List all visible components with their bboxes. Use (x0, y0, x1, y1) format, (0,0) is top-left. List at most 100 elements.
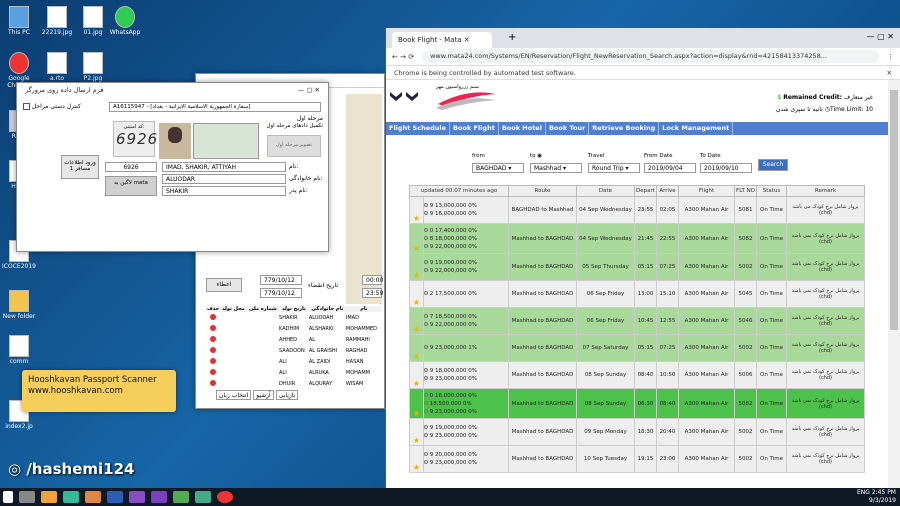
from-date-input[interactable]: 2019/09/04 (644, 163, 696, 173)
delete-icon[interactable] (210, 346, 217, 353)
flight-row[interactable]: ★ 9 19,000,000 0% 9 22,000,000 0% Mashhad… (409, 253, 865, 281)
menu-book-flight[interactable]: Book Flight (450, 122, 499, 135)
price-option[interactable]: 9 23,000,000 0% (424, 408, 508, 416)
taskbar-app-icon[interactable] (129, 491, 145, 503)
price-option[interactable]: 9 23,000,000 0% (424, 375, 508, 383)
taskbar-app-icon[interactable] (85, 491, 101, 503)
star-icon[interactable]: ★ (413, 214, 420, 223)
table-row[interactable]: ALI AL ZAIDI HASAN (206, 356, 382, 367)
star-icon[interactable]: ★ (413, 271, 420, 280)
price-option[interactable]: 9 19,000,000 0% (424, 424, 508, 432)
table-row[interactable]: DHUIR ALQURAY WISAM (206, 378, 382, 389)
archive-tab[interactable]: آرشیو (253, 390, 274, 400)
taskbar-app-icon[interactable] (195, 491, 211, 503)
price-option[interactable]: 9 18,000,000 0% (424, 367, 508, 375)
captcha-input[interactable]: 6926 (105, 162, 157, 172)
table-row[interactable]: ALI ALRUKA MOHAMM (206, 367, 382, 378)
price-option[interactable]: 9 16,000,000 0% (424, 210, 508, 218)
flight-row[interactable]: ★ 0 18,000,000 0% 18,500,000 0% 9 23,000… (409, 388, 865, 419)
whatsapp-icon[interactable]: WhatsApp (108, 6, 142, 37)
price-option[interactable]: 0 17,400,000 0% (424, 227, 508, 235)
word-icon[interactable] (107, 491, 123, 503)
price-option[interactable]: 18,500,000 0% (424, 400, 508, 408)
expire-date-to[interactable]: 779/10/12 (260, 288, 302, 298)
taskbar-app-icon[interactable] (19, 491, 35, 503)
flight-row[interactable]: ★ 9 20,000,000 0% 9 23,000,000 0% Mashhad… (409, 445, 865, 473)
table-row[interactable]: AHHED AL RAMMAHI (206, 334, 382, 345)
taskbar-app-icon[interactable] (173, 491, 189, 503)
enter-passenger-button[interactable]: ورود اطلاعات مسافر 1 (61, 155, 99, 179)
flight-row[interactable]: ★ 9 13,000,000 0% 9 16,000,000 0% BAGHDAD… (409, 196, 865, 224)
search-button[interactable]: Search (758, 159, 788, 171)
star-icon[interactable]: ★ (413, 298, 420, 307)
new-tab-button[interactable]: + (508, 32, 516, 43)
price-option[interactable]: 0 18,000,000 0% (424, 392, 508, 400)
desktop-icon-file[interactable]: comm (2, 335, 36, 366)
time-to[interactable]: 23:59 (362, 288, 383, 298)
star-icon[interactable]: ★ (413, 436, 420, 445)
flight-row[interactable]: ★ 0 17,400,000 0% 8 18,000,000 0% 9 22,0… (409, 223, 865, 254)
table-row[interactable]: SAADOON AL GRAISHI RAGHAD (206, 345, 382, 356)
price-option[interactable]: 9 20,000,000 0% (424, 451, 508, 459)
tab-book-flight[interactable]: Book Flight - Mata ✕ (392, 32, 492, 48)
menu-flight-schedule[interactable]: Flight Schedule (386, 122, 451, 135)
price-option[interactable]: 9 13,000,000 0% (424, 202, 508, 210)
delete-icon[interactable] (210, 335, 217, 342)
star-icon[interactable]: ★ (413, 379, 420, 388)
desktop-icon-this-pc[interactable]: This PC (2, 6, 36, 37)
menu-retrieve-booking[interactable]: Retrieve Booking (589, 122, 660, 135)
expire-date-from[interactable]: 779/10/12 (260, 275, 302, 285)
price-option[interactable]: 9 22,000,000 0% (424, 243, 508, 251)
first-name-field[interactable]: IMAD, SHAKIR, ATTIYAH (162, 162, 286, 172)
delete-icon[interactable] (210, 368, 217, 375)
window-controls[interactable]: — ▢ ✕ (867, 32, 894, 41)
desktop-icon-file[interactable]: 22219.jpg (40, 6, 74, 37)
time-from[interactable]: 00:00 (362, 275, 383, 285)
family-name-field[interactable]: ALUODAR (162, 174, 286, 184)
address-bar[interactable]: www.mata24.com/Systems/EN/Reservation/Fl… (422, 50, 879, 63)
menu-book-hotel[interactable]: Book Hotel (499, 122, 546, 135)
login-mata-button[interactable]: لاگین به mata (105, 176, 157, 196)
close-icon[interactable]: ✕ (887, 69, 892, 77)
page-scrollbar[interactable] (888, 80, 900, 488)
flight-row[interactable]: ★ 2 17,500,000 0% Mashhad to BAGHDAD 06 Se… (409, 280, 865, 308)
price-option[interactable]: 9 23,000,000 0% (424, 432, 508, 440)
firefox-icon[interactable] (41, 491, 57, 503)
menu-book-tour[interactable]: Book Tour (546, 122, 590, 135)
star-icon[interactable]: ★ (413, 463, 420, 472)
delete-icon[interactable] (210, 379, 217, 386)
flight-row[interactable]: ★ 9 23,000,000 1% Mashhad to BAGHDAD 07 Se… (409, 334, 865, 362)
flight-row[interactable]: ★ 9 18,000,000 0% 9 23,000,000 0% Mashhad… (409, 361, 865, 389)
system-tray[interactable]: ENG 2:45 PM 9/3/2019 (857, 489, 896, 505)
desktop-icon-file[interactable]: a.rto (40, 52, 74, 83)
star-icon[interactable]: ★ (413, 352, 420, 361)
price-option[interactable]: 2 17,500,000 0% (424, 290, 508, 298)
grant-button[interactable]: اعطاء (206, 278, 242, 292)
to-select[interactable]: Mashhad ▾ (530, 163, 582, 173)
flight-row[interactable]: ★ 9 19,000,000 0% 9 23,000,000 0% Mashhad… (409, 418, 865, 446)
language-tab[interactable]: انتخاب زبان (216, 390, 252, 400)
price-option[interactable]: 9 22,000,000 0% (424, 267, 508, 275)
chrome-icon[interactable] (217, 491, 233, 503)
menu-icon[interactable]: ⋮ (887, 53, 894, 61)
restore-tab[interactable]: بازیابی (275, 390, 299, 400)
taskbar-app-icon[interactable] (63, 491, 79, 503)
desktop-icon-file[interactable]: P2.jpg (76, 52, 110, 83)
price-option[interactable]: 9 19,000,000 0% (424, 259, 508, 267)
delete-icon[interactable] (210, 313, 217, 320)
desktop-icon-file[interactable]: 01.jpg (76, 6, 110, 37)
back-icon[interactable]: ← (392, 53, 398, 61)
manual-control-checkbox[interactable] (23, 103, 30, 110)
star-icon[interactable]: ★ (413, 409, 420, 418)
start-icon[interactable] (3, 491, 13, 503)
flight-row[interactable]: ★ 7 18,500,000 0% 9 22,000,000 0% Mashhad… (409, 307, 865, 335)
delete-icon[interactable] (210, 324, 217, 331)
price-option[interactable]: 8 18,000,000 0% (424, 235, 508, 243)
from-select[interactable]: BAGHDAD ▾ (472, 163, 524, 173)
delete-icon[interactable] (210, 357, 217, 364)
menu-lock-management[interactable]: Lock Management (659, 122, 734, 135)
star-icon[interactable]: ★ (413, 325, 420, 334)
table-row[interactable]: SHAKIR ALUODAH IMAD (206, 312, 382, 323)
price-option[interactable]: 9 23,000,000 1% (424, 344, 508, 352)
visual-studio-icon[interactable] (151, 491, 167, 503)
